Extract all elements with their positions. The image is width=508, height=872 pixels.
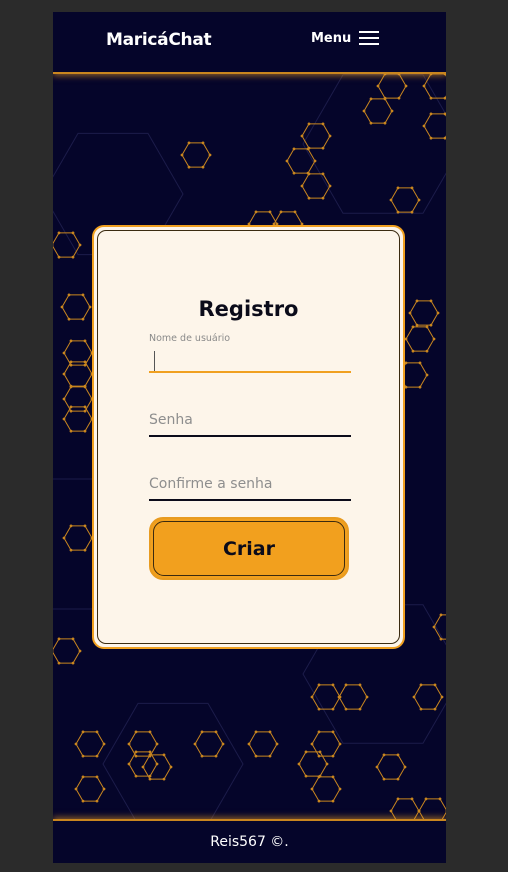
hexagon-decoration bbox=[63, 386, 93, 412]
brand-logo-text[interactable]: MaricáChat bbox=[106, 30, 212, 50]
card-inner-border bbox=[97, 230, 400, 644]
hexagon-decoration bbox=[248, 731, 278, 757]
username-input[interactable] bbox=[149, 350, 351, 372]
menu-button[interactable]: Menu bbox=[311, 30, 380, 46]
hexagon-decoration bbox=[363, 98, 393, 124]
username-label: Nome de usuário bbox=[149, 333, 231, 344]
hexagon-decoration bbox=[194, 731, 224, 757]
hexagon-decoration bbox=[142, 754, 172, 780]
confirm-password-input[interactable] bbox=[149, 473, 351, 495]
hexagon-decoration bbox=[61, 294, 91, 320]
top-navbar: MaricáChat Menu bbox=[53, 12, 446, 74]
hexagon-decoration bbox=[405, 326, 435, 352]
hexagon-decoration bbox=[311, 776, 341, 802]
username-underline bbox=[149, 371, 351, 373]
hexagon-decoration bbox=[298, 751, 328, 777]
password-input[interactable] bbox=[149, 409, 351, 431]
hexagon-decoration bbox=[128, 751, 158, 777]
hexagon-decoration bbox=[75, 776, 105, 802]
hexagon-decoration bbox=[338, 684, 368, 710]
password-field bbox=[149, 407, 351, 437]
hexagon-decoration bbox=[376, 754, 406, 780]
confirm-password-underline bbox=[149, 499, 351, 501]
menu-label: Menu bbox=[311, 30, 352, 46]
hexagon-decoration bbox=[63, 525, 93, 551]
hexagon-decoration bbox=[377, 74, 407, 99]
register-card: Registro Nome de usuário Criar bbox=[92, 225, 405, 649]
password-underline bbox=[149, 435, 351, 437]
app-screen: MaricáChat Menu Registro Nome de usuário bbox=[53, 12, 446, 863]
username-field: Nome de usuário bbox=[149, 333, 351, 373]
hexagon-decoration bbox=[301, 173, 331, 199]
hexagon-decoration bbox=[390, 798, 420, 819]
hexagon-decoration bbox=[63, 406, 93, 432]
hexagon-decoration bbox=[286, 148, 316, 174]
hexagon-decoration bbox=[418, 798, 446, 819]
footer-credit: Reis567 ©. bbox=[210, 834, 289, 850]
create-button-label: Criar bbox=[222, 538, 276, 560]
confirm-password-field bbox=[149, 471, 351, 501]
hexagon-decoration bbox=[413, 684, 443, 710]
hexagon-decoration bbox=[75, 731, 105, 757]
hexagon-decoration bbox=[301, 123, 331, 149]
hexagon-decoration bbox=[390, 187, 420, 213]
hexagon-decoration bbox=[423, 74, 446, 99]
hexagon-decoration bbox=[53, 638, 81, 664]
hexagon-decoration bbox=[53, 232, 81, 258]
hamburger-menu-icon bbox=[359, 31, 380, 45]
footer: Reis567 ©. bbox=[53, 819, 446, 863]
form-title: Registro bbox=[198, 297, 299, 321]
hexagon-decoration bbox=[311, 731, 341, 757]
hexagon-decoration bbox=[181, 142, 211, 168]
hexagon-decoration bbox=[409, 300, 439, 326]
create-button[interactable]: Criar bbox=[149, 517, 349, 580]
hexagon-decoration bbox=[128, 731, 158, 757]
hexagon-decoration bbox=[423, 113, 446, 139]
